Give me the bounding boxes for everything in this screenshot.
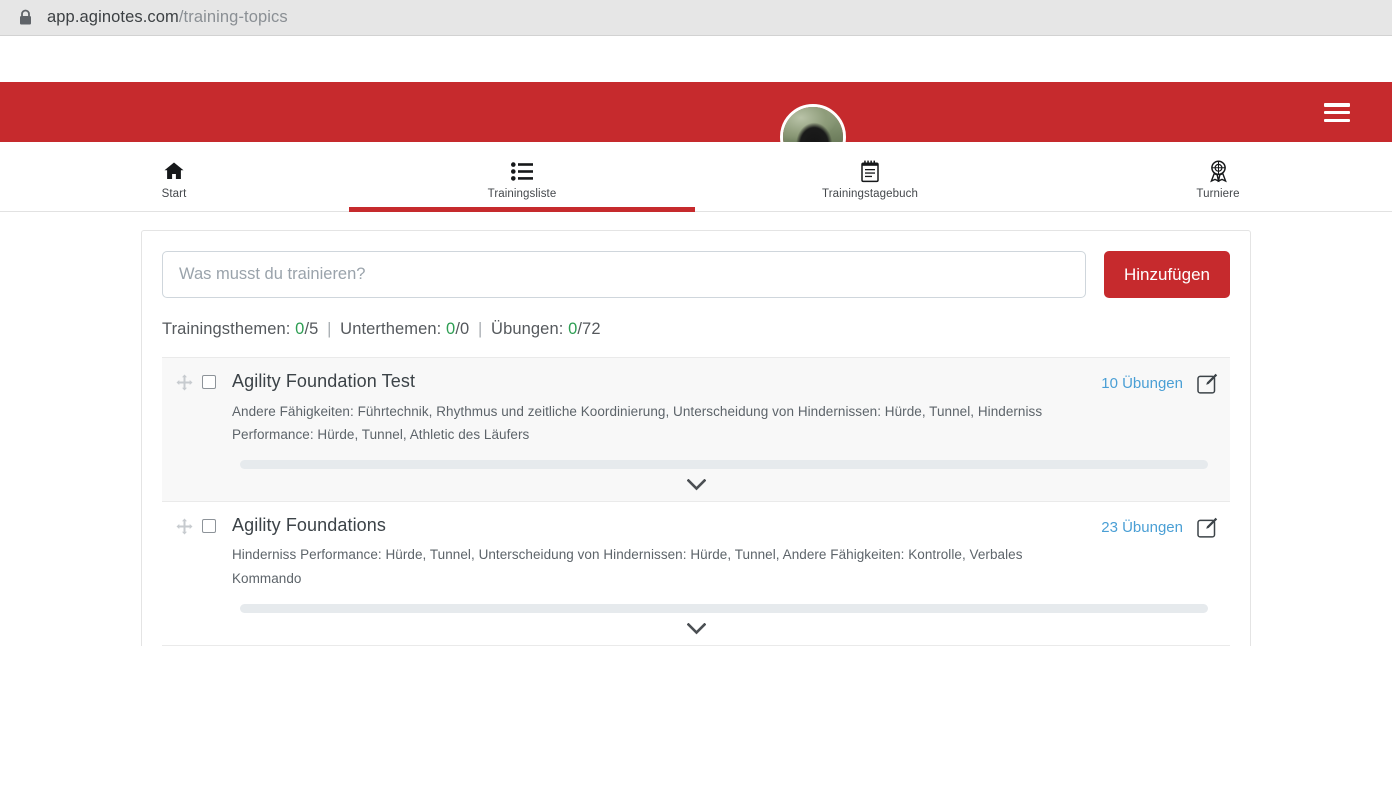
tab-turniere[interactable]: Turniere <box>1044 142 1392 211</box>
topic-text-2: Agility Foundations Hinderniss Performan… <box>232 514 1101 590</box>
table-row[interactable]: EezT Grundlagen Mentale Aspekte des Hund… <box>162 644 1230 646</box>
hamburger-bar-2 <box>1324 110 1350 115</box>
tab-start-label: Start <box>161 188 187 200</box>
add-button[interactable]: Hinzufügen <box>1103 251 1230 298</box>
edit-pencil-icon[interactable] <box>1197 373 1218 394</box>
topic-actions-1: 10 Übungen <box>1101 370 1218 394</box>
search-row: Hinzufügen <box>162 251 1230 298</box>
topic-title: Agility Foundations <box>232 514 386 535</box>
main-tab-bar: Start Trainingsliste Trainingstagebuch T… <box>0 142 1392 212</box>
hamburger-bar-1 <box>1324 103 1350 107</box>
topic-description: Andere Fähigkeiten: Führtechnik, Rhythmu… <box>232 403 1043 442</box>
stats-exercises-label: Übungen: <box>491 320 564 338</box>
edit-pencil-icon[interactable] <box>1197 517 1218 538</box>
topic-title: Agility Foundation Test <box>232 371 416 391</box>
chevron-down-icon[interactable] <box>162 613 1230 645</box>
stats-separator-2: | <box>477 320 483 338</box>
url-path: /training-topics <box>178 8 288 26</box>
progress-bar <box>240 459 1208 469</box>
stats-separator-1: | <box>327 320 332 338</box>
table-row[interactable]: Agility Foundation Test Andere Fähigkeit… <box>162 357 1230 501</box>
drag-move-icon[interactable] <box>176 514 202 540</box>
browser-url-bar[interactable]: app.aginotes.com/training-topics <box>0 0 1392 36</box>
stats-exercises-total: /72 <box>577 320 601 338</box>
tab-trainingstagebuch[interactable]: Trainingstagebuch <box>696 142 1044 211</box>
checkbox-unchecked[interactable] <box>202 518 216 533</box>
stats-summary: Trainingsthemen: 0/5 | Unterthemen: 0/0 … <box>162 320 1230 339</box>
page-body: Hinzufügen Trainingsthemen: 0/5 | Untert… <box>0 212 1392 646</box>
progress-bar <box>240 603 1208 613</box>
stats-topics-label: Trainingsthemen: <box>162 320 291 338</box>
search-input[interactable] <box>162 251 1086 298</box>
home-icon <box>163 159 185 183</box>
exercise-count-link[interactable]: 23 Übungen <box>1101 517 1183 536</box>
app-header <box>0 82 1392 170</box>
topic-list: Agility Foundation Test Andere Fähigkeit… <box>162 357 1230 646</box>
award-ribbon-icon <box>1208 159 1229 183</box>
hamburger-bar-3 <box>1324 118 1350 122</box>
topic-main-2: Agility Foundations Hinderniss Performan… <box>162 514 1230 590</box>
exercise-count-link[interactable]: 10 Übungen <box>1101 373 1183 392</box>
topic-actions-2: 23 Übungen <box>1101 514 1218 538</box>
tab-trainingsliste-label: Trainingsliste <box>487 188 557 200</box>
url-text: app.aginotes.com/training-topics <box>47 8 288 27</box>
drag-move-icon[interactable] <box>176 370 202 396</box>
tab-trainingstagebuch-label: Trainingstagebuch <box>822 188 918 200</box>
topic-main-1: Agility Foundation Test Andere Fähigkeit… <box>162 370 1230 446</box>
stats-exercises-done: 0 <box>568 320 578 338</box>
stats-subtopics-done: 0 <box>446 320 456 338</box>
browser-gap <box>0 36 1392 82</box>
topic-text-1: Agility Foundation Test Andere Fähigkeit… <box>232 370 1101 446</box>
stats-topics-total: /5 <box>304 320 319 338</box>
stats-subtopics-total: /0 <box>455 320 470 338</box>
url-host: app.aginotes.com <box>47 8 179 26</box>
list-icon <box>511 159 533 183</box>
topic-description: Hinderniss Performance: Hürde, Tunnel, U… <box>232 547 1023 586</box>
training-list-card: Hinzufügen Trainingsthemen: 0/5 | Untert… <box>141 230 1251 646</box>
table-row[interactable]: Agility Foundations Hinderniss Performan… <box>162 500 1230 645</box>
stats-subtopics-label: Unterthemen: <box>340 320 442 338</box>
checkbox-unchecked[interactable] <box>202 375 216 389</box>
tab-trainingsliste[interactable]: Trainingsliste <box>348 142 696 212</box>
notepad-icon <box>860 159 880 183</box>
tab-turniere-label: Turniere <box>1196 188 1240 200</box>
hamburger-menu-icon[interactable] <box>1324 103 1350 122</box>
lock-icon <box>18 9 33 26</box>
tab-start[interactable]: Start <box>0 142 348 211</box>
chevron-down-icon[interactable] <box>162 469 1230 501</box>
